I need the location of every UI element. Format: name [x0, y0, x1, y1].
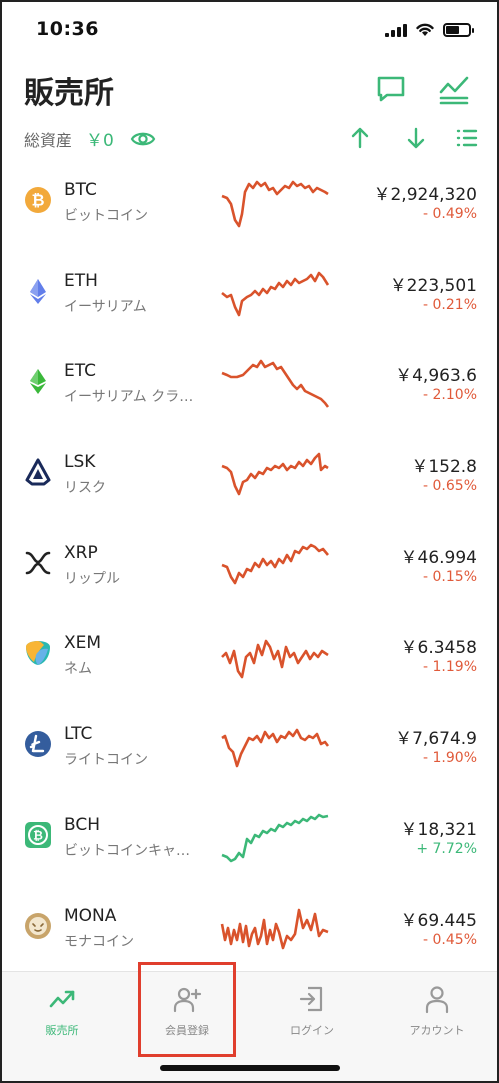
ethereum-icon: [30, 278, 46, 304]
eye-icon[interactable]: [130, 129, 156, 149]
coin-name: ライトコイン: [64, 752, 148, 769]
coin-row-eth[interactable]: ETH イーサリアム ￥223,501 - 0.21%: [0, 257, 499, 348]
svg-text:₿: ₿: [33, 828, 43, 842]
status-icons: [385, 22, 474, 37]
coin-symbol: ETH: [64, 270, 98, 291]
list-view-icon[interactable]: [455, 126, 479, 150]
coin-row-lsk[interactable]: LSK リスク ￥152.8 - 0.65%: [0, 438, 499, 529]
coin-price: ￥152.8: [411, 457, 477, 478]
coin-change: - 0.49%: [423, 206, 477, 222]
coin-list: ₿ BTC ビットコイン ￥2,924,320 - 0.49% ETH イーサリ…: [0, 166, 499, 982]
tab-account[interactable]: アカウント: [375, 972, 499, 1062]
coin-change: - 0.45%: [423, 931, 477, 948]
coin-name: リスク: [64, 480, 106, 497]
ethereum-classic-icon: [30, 369, 46, 395]
total-assets: 総資産 ￥0: [24, 126, 156, 151]
sparkline: [221, 640, 329, 679]
status-bar: 10:36: [0, 0, 499, 60]
coin-name: ビットコインキャ…: [64, 842, 190, 859]
assets-value: ￥0: [86, 131, 114, 151]
tab-register[interactable]: 会員登録: [125, 972, 249, 1062]
add-user-icon: [173, 987, 202, 1013]
sparkline: [221, 452, 329, 496]
sort-down-icon[interactable]: [404, 126, 428, 150]
coin-price: ￥7,674.9: [395, 729, 477, 750]
coin-price: ￥46.994: [400, 547, 477, 568]
tab-exchange[interactable]: 販売所: [0, 972, 124, 1062]
page-title: 販売所: [24, 76, 114, 111]
coin-symbol: BCH: [64, 814, 101, 835]
coin-symbol: BTC: [64, 180, 97, 200]
signal-icon: [385, 23, 407, 37]
coin-price: ￥69.445: [400, 910, 477, 931]
coin-change: - 0.21%: [423, 296, 477, 313]
coin-name: モナコイン: [64, 933, 134, 950]
coin-price: ￥4,963.6: [395, 366, 477, 387]
account-icon: [425, 986, 449, 1014]
tab-label: 会員登録: [165, 1024, 209, 1037]
coin-name: イーサリアム クラ…: [64, 389, 194, 406]
monacoin-icon: [25, 912, 51, 939]
coin-change: - 0.15%: [423, 568, 477, 585]
lisk-icon: [25, 458, 51, 486]
tab-label: ログイン: [290, 1024, 334, 1037]
sparkline: [221, 543, 329, 585]
coin-name: ネム: [64, 661, 92, 678]
sparkline: [221, 271, 330, 316]
coin-price: ￥6.3458: [400, 638, 477, 659]
battery-icon: [443, 22, 474, 37]
header: 販売所 総資産 ￥0: [0, 60, 499, 160]
coin-symbol: ETC: [64, 361, 96, 382]
sparkline: [221, 813, 329, 863]
coin-name: イーサリアム: [64, 298, 147, 315]
wifi-icon: [416, 23, 434, 36]
coin-row-xrp[interactable]: XRP リップル ￥46.994 - 0.15%: [0, 529, 499, 620]
bitcoin-cash-icon: ₿: [25, 821, 51, 848]
coin-row-bch[interactable]: ₿ BCH ビットコインキャ… ￥18,321 + 7.72%: [0, 801, 499, 892]
sort-up-icon[interactable]: [348, 126, 372, 150]
tab-login[interactable]: ログイン: [250, 972, 374, 1062]
sparkline: [220, 908, 329, 949]
coin-symbol: XEM: [64, 633, 102, 654]
coin-symbol: LSK: [64, 452, 96, 473]
coin-symbol: LTC: [64, 724, 93, 745]
coin-change: - 1.19%: [423, 659, 477, 676]
coin-row-etc[interactable]: ETC イーサリアム クラ… ￥4,963.6 - 2.10%: [0, 347, 499, 438]
svg-text:₿: ₿: [31, 191, 44, 210]
sparkline: [221, 360, 330, 409]
chart-icon[interactable]: [437, 72, 471, 106]
chat-icon[interactable]: [374, 72, 408, 106]
litecoin-icon: [25, 731, 51, 758]
tab-label: 販売所: [45, 1024, 79, 1037]
sparkline: [221, 728, 330, 768]
coin-symbol: XRP: [64, 542, 98, 563]
bitcoin-icon: ₿: [25, 187, 51, 213]
coin-symbol: MONA: [64, 905, 117, 926]
nem-icon: [26, 641, 50, 666]
coin-price: ￥223,501: [389, 275, 477, 296]
coin-row-btc[interactable]: ₿ BTC ビットコイン ￥2,924,320 - 0.49%: [0, 166, 499, 257]
coin-change: - 1.90%: [423, 750, 477, 767]
sparkline: [221, 180, 329, 228]
assets-label: 総資産: [24, 130, 73, 150]
coin-change: - 0.65%: [423, 478, 477, 495]
ripple-icon: [25, 551, 51, 575]
status-time: 10:36: [36, 18, 99, 40]
coin-price: ￥2,924,320: [373, 185, 477, 205]
coin-price: ￥18,321: [400, 819, 477, 840]
coin-row-ltc[interactable]: LTC ライトコイン ￥7,674.9 - 1.90%: [0, 710, 499, 801]
coin-name: リップル: [64, 570, 120, 587]
coin-row-xem[interactable]: XEM ネム ￥6.3458 - 1.19%: [0, 619, 499, 710]
tab-label: アカウント: [409, 1024, 465, 1037]
login-icon: [299, 986, 323, 1012]
coin-change: - 2.10%: [423, 387, 477, 404]
coin-row-mona[interactable]: MONA モナコイン ￥69.445 - 0.45%: [0, 892, 499, 983]
coin-change: + 7.72%: [416, 840, 477, 857]
coin-name: ビットコイン: [64, 208, 148, 224]
home-indicator[interactable]: [160, 1065, 340, 1071]
chart-up-icon: [49, 990, 75, 1008]
